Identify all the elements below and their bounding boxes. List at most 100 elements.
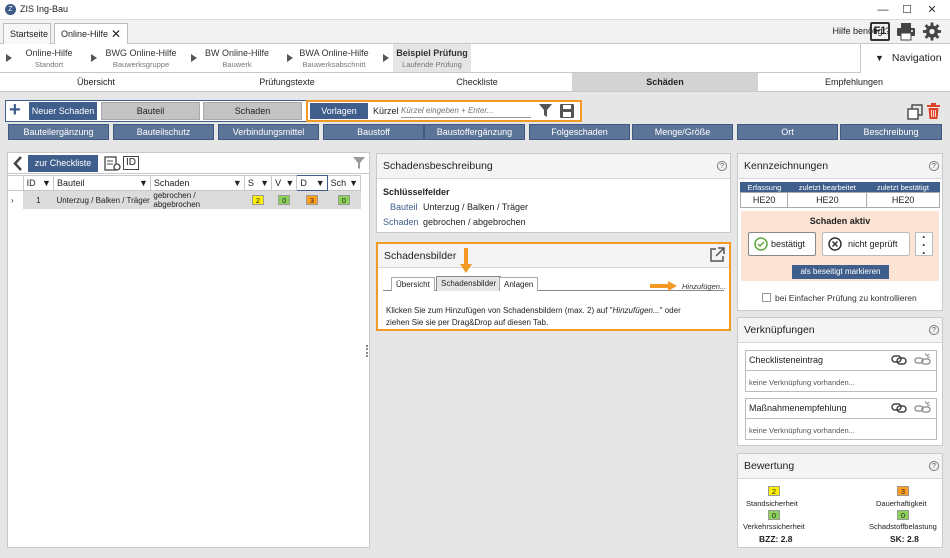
tab-schaeden[interactable]: Schäden xyxy=(572,73,758,91)
window-title: ZIS Ing-Bau xyxy=(20,4,69,14)
description-title: Schadensbeschreibung xyxy=(377,154,730,179)
tab-online-hilfe[interactable]: Online-Hilfe ✕ xyxy=(54,23,128,44)
link-checklist-label: Checklisteneintrag xyxy=(749,355,824,365)
rating-d-label: Dauerhaftigkeit xyxy=(876,499,927,508)
link-icon[interactable] xyxy=(891,401,907,415)
col-d[interactable]: D ▼ xyxy=(296,175,328,191)
category-folgeschaden[interactable]: Folgeschaden xyxy=(529,124,630,140)
field-value-bauteil: Unterzug / Balken / Träger xyxy=(423,202,529,212)
column-filter-icon[interactable]: ▼ xyxy=(285,178,294,188)
col-sch[interactable]: Sch ▼ xyxy=(326,175,362,191)
app-logo: Z xyxy=(5,4,16,15)
more-options-icon[interactable]: · · · xyxy=(915,231,933,259)
badge-s: 2 xyxy=(251,195,264,205)
breadcrumb-standort[interactable]: Online-Hilfe Standort xyxy=(14,44,84,72)
tab-startseite[interactable]: Startseite xyxy=(3,23,51,44)
description-panel: Schadensbeschreibung ? Schlüsselfelder B… xyxy=(376,153,731,233)
category-baustoff[interactable]: Baustoff xyxy=(323,124,424,140)
add-icon[interactable]: + xyxy=(9,100,26,120)
breadcrumb-bauwerksabschnitt[interactable]: BWA Online-Hilfe Bauwerksabschnitt xyxy=(294,44,374,72)
col-bauteil[interactable]: Bauteil ▼ xyxy=(52,175,151,191)
breadcrumb-bauwerk[interactable]: BW Online-Hilfe Bauwerk xyxy=(199,44,275,72)
tab-uebersicht[interactable]: Übersicht xyxy=(0,73,192,91)
schaden-button[interactable]: Schaden xyxy=(203,102,302,120)
col-s[interactable]: S ▼ xyxy=(243,175,273,191)
printer-icon[interactable] xyxy=(896,22,916,41)
link-icon[interactable] xyxy=(891,353,907,367)
mark-removed-button[interactable]: als beseitigt markieren xyxy=(792,265,889,279)
column-filter-icon[interactable]: ▼ xyxy=(260,178,269,188)
images-tab-anlagen[interactable]: Anlagen xyxy=(499,277,539,291)
column-filter-icon[interactable]: ▼ xyxy=(233,178,242,188)
col-v[interactable]: V ▼ xyxy=(271,175,298,191)
help-icon[interactable]: ? xyxy=(929,161,939,171)
category-baustoffergaenzung[interactable]: Baustoffergänzung xyxy=(424,124,525,140)
breadcrumb-arrow-icon xyxy=(287,54,293,62)
field-value-schaden: gebrochen / abgebrochen xyxy=(423,217,526,227)
link-measure-empty: keine Verknüpfung vorhanden... xyxy=(749,426,855,435)
gear-icon[interactable] xyxy=(922,22,942,41)
splitter-handle[interactable] xyxy=(366,345,369,357)
list-filter-icon[interactable] xyxy=(352,156,366,171)
column-filter-icon[interactable]: ▼ xyxy=(316,178,325,188)
checklist-link-icon[interactable] xyxy=(104,155,121,172)
new-window-icon[interactable] xyxy=(907,104,923,120)
breadcrumb-pruefung[interactable]: Beispiel Prüfung Laufende Prüfung xyxy=(393,44,471,72)
navigation-button[interactable]: ▼ Navigation xyxy=(860,44,950,73)
help-icon[interactable]: ? xyxy=(929,325,939,335)
new-damage-button[interactable]: Neuer Schaden xyxy=(29,102,97,120)
open-external-icon[interactable] xyxy=(709,247,725,263)
close-tab-icon[interactable]: ✕ xyxy=(111,24,121,44)
col-schaden[interactable]: Schaden ▼ xyxy=(149,175,245,191)
breadcrumb-bauwerksgruppe[interactable]: BWG Online-Hilfe Bauwerksgruppe xyxy=(100,44,182,72)
maximize-button[interactable]: ☐ xyxy=(897,2,917,18)
minimize-button[interactable]: — xyxy=(873,2,893,18)
filter-icon[interactable] xyxy=(538,103,553,119)
f1-help-icon[interactable]: F1 xyxy=(870,22,890,41)
images-tab-schadensbilder[interactable]: Schadensbilder xyxy=(436,276,502,291)
images-tab-uebersicht[interactable]: Übersicht xyxy=(391,277,435,291)
close-window-button[interactable]: ✕ xyxy=(922,2,942,18)
delete-icon[interactable] xyxy=(926,103,941,120)
category-menge-groesse[interactable]: Menge/Größe xyxy=(632,124,733,140)
badge-v: 0 xyxy=(278,195,291,205)
col-id[interactable]: ID ▼ xyxy=(22,175,54,191)
tab-pruefungstexte[interactable]: Prüfungstexte xyxy=(192,73,382,91)
rating-panel: Bewertung ? 2 Standsicherheit 3 Dauerhaf… xyxy=(737,453,943,548)
main-tabs: Übersicht Prüfungstexte Checkliste Schäd… xyxy=(0,73,950,92)
save-icon[interactable] xyxy=(559,103,575,119)
confirmed-button[interactable]: bestätigt xyxy=(748,232,816,256)
field-label-schaden: Schaden xyxy=(383,217,419,227)
tab-checkliste[interactable]: Checkliste xyxy=(382,73,572,91)
unlink-icon[interactable] xyxy=(914,400,932,416)
category-ort[interactable]: Ort xyxy=(737,124,838,140)
add-images-link[interactable]: Hinzufügen... xyxy=(682,282,726,291)
damage-list-panel xyxy=(7,152,370,548)
rating-sch-badge: 0 xyxy=(897,510,909,520)
column-filter-icon[interactable]: ▼ xyxy=(139,178,148,188)
breadcrumb-arrow-icon xyxy=(6,54,12,62)
category-beschreibung[interactable]: Beschreibung xyxy=(840,124,942,140)
tab-empfehlungen[interactable]: Empfehlungen xyxy=(758,73,950,91)
simple-check-checkbox[interactable] xyxy=(762,293,771,302)
category-bauteilschutz[interactable]: Bauteilschutz xyxy=(113,124,214,140)
help-icon[interactable]: ? xyxy=(717,161,727,171)
orange-down-arrow-icon xyxy=(460,248,472,274)
bauteil-button[interactable]: Bauteil xyxy=(101,102,200,120)
column-filter-icon[interactable]: ▼ xyxy=(349,178,358,188)
to-checklist-button[interactable]: zur Checkliste xyxy=(28,155,98,172)
category-bauteilergaenzung[interactable]: Bauteilergänzung xyxy=(8,124,109,140)
marks-col-bestaetigt: zuletzt bestätigt xyxy=(876,183,929,192)
category-verbindungsmittel[interactable]: Verbindungsmittel xyxy=(218,124,319,140)
row-expand-icon[interactable]: › xyxy=(8,191,23,210)
help-icon[interactable]: ? xyxy=(929,461,939,471)
id-toggle-icon[interactable]: ID xyxy=(123,156,139,170)
table-row[interactable]: › 1 Unterzug / Balken / Träger gebrochen… xyxy=(8,190,361,210)
back-arrow-icon[interactable] xyxy=(11,155,25,172)
column-filter-icon[interactable]: ▼ xyxy=(42,178,51,188)
not-checked-button[interactable]: nicht geprüft xyxy=(822,232,910,256)
vorlagen-button[interactable]: Vorlagen xyxy=(310,103,368,119)
breadcrumb-arrow-icon xyxy=(191,54,197,62)
unlink-icon[interactable] xyxy=(914,352,932,368)
kuerzel-input[interactable] xyxy=(401,104,531,118)
